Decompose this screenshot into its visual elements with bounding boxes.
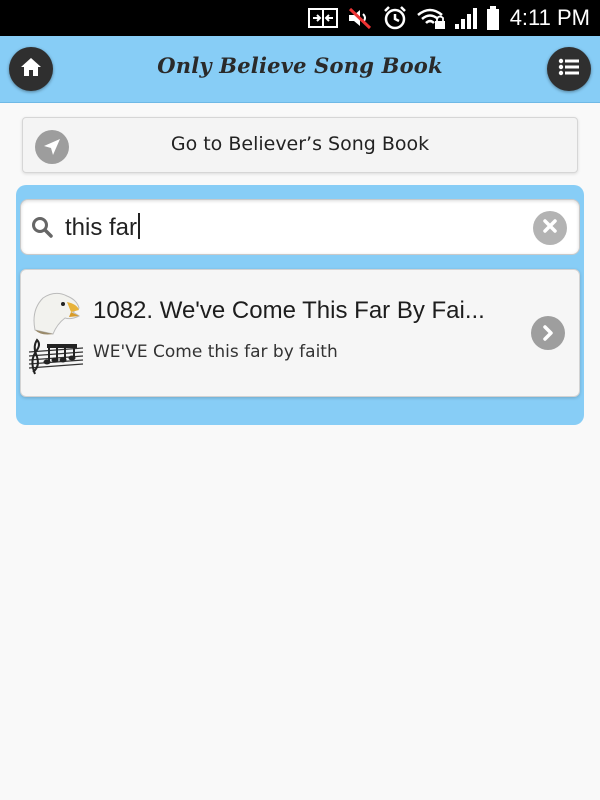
search-icon bbox=[31, 216, 53, 242]
app-header: Only Believe Song Book bbox=[0, 36, 600, 103]
text-caret bbox=[138, 213, 141, 239]
search-value: this far bbox=[65, 213, 141, 242]
search-input[interactable]: this far bbox=[20, 199, 580, 255]
list-menu-icon bbox=[558, 58, 580, 80]
menu-button[interactable] bbox=[547, 47, 591, 91]
goto-believers-songbook-button[interactable]: Go to Believer’s Song Book bbox=[22, 117, 578, 173]
result-title: 1082. We've Come This Far By Fai... bbox=[93, 297, 485, 324]
eagle-music-icon bbox=[27, 290, 85, 378]
battery-icon bbox=[486, 5, 500, 31]
page-title: Only Believe Song Book bbox=[157, 53, 443, 78]
chevron-right-icon[interactable] bbox=[531, 316, 565, 350]
status-time: 4:11 PM bbox=[509, 5, 590, 30]
goto-button-label: Go to Believer’s Song Book bbox=[170, 133, 430, 155]
status-bar: 4:11 PM bbox=[0, 0, 600, 36]
search-panel: this far 1082. We've Come This Far By Fa… bbox=[16, 185, 584, 425]
result-subtitle: WE'VE Come this far by faith bbox=[93, 342, 338, 362]
list-item[interactable]: 1082. We've Come This Far By Fai... WE'V… bbox=[20, 269, 580, 397]
screen-mirror-icon bbox=[307, 7, 338, 29]
wifi-lock-icon bbox=[416, 6, 446, 30]
alarm-icon bbox=[382, 5, 408, 31]
mute-icon bbox=[346, 6, 374, 30]
signal-icon bbox=[454, 6, 478, 30]
clear-icon bbox=[542, 218, 558, 238]
clear-search-button[interactable] bbox=[533, 211, 567, 245]
